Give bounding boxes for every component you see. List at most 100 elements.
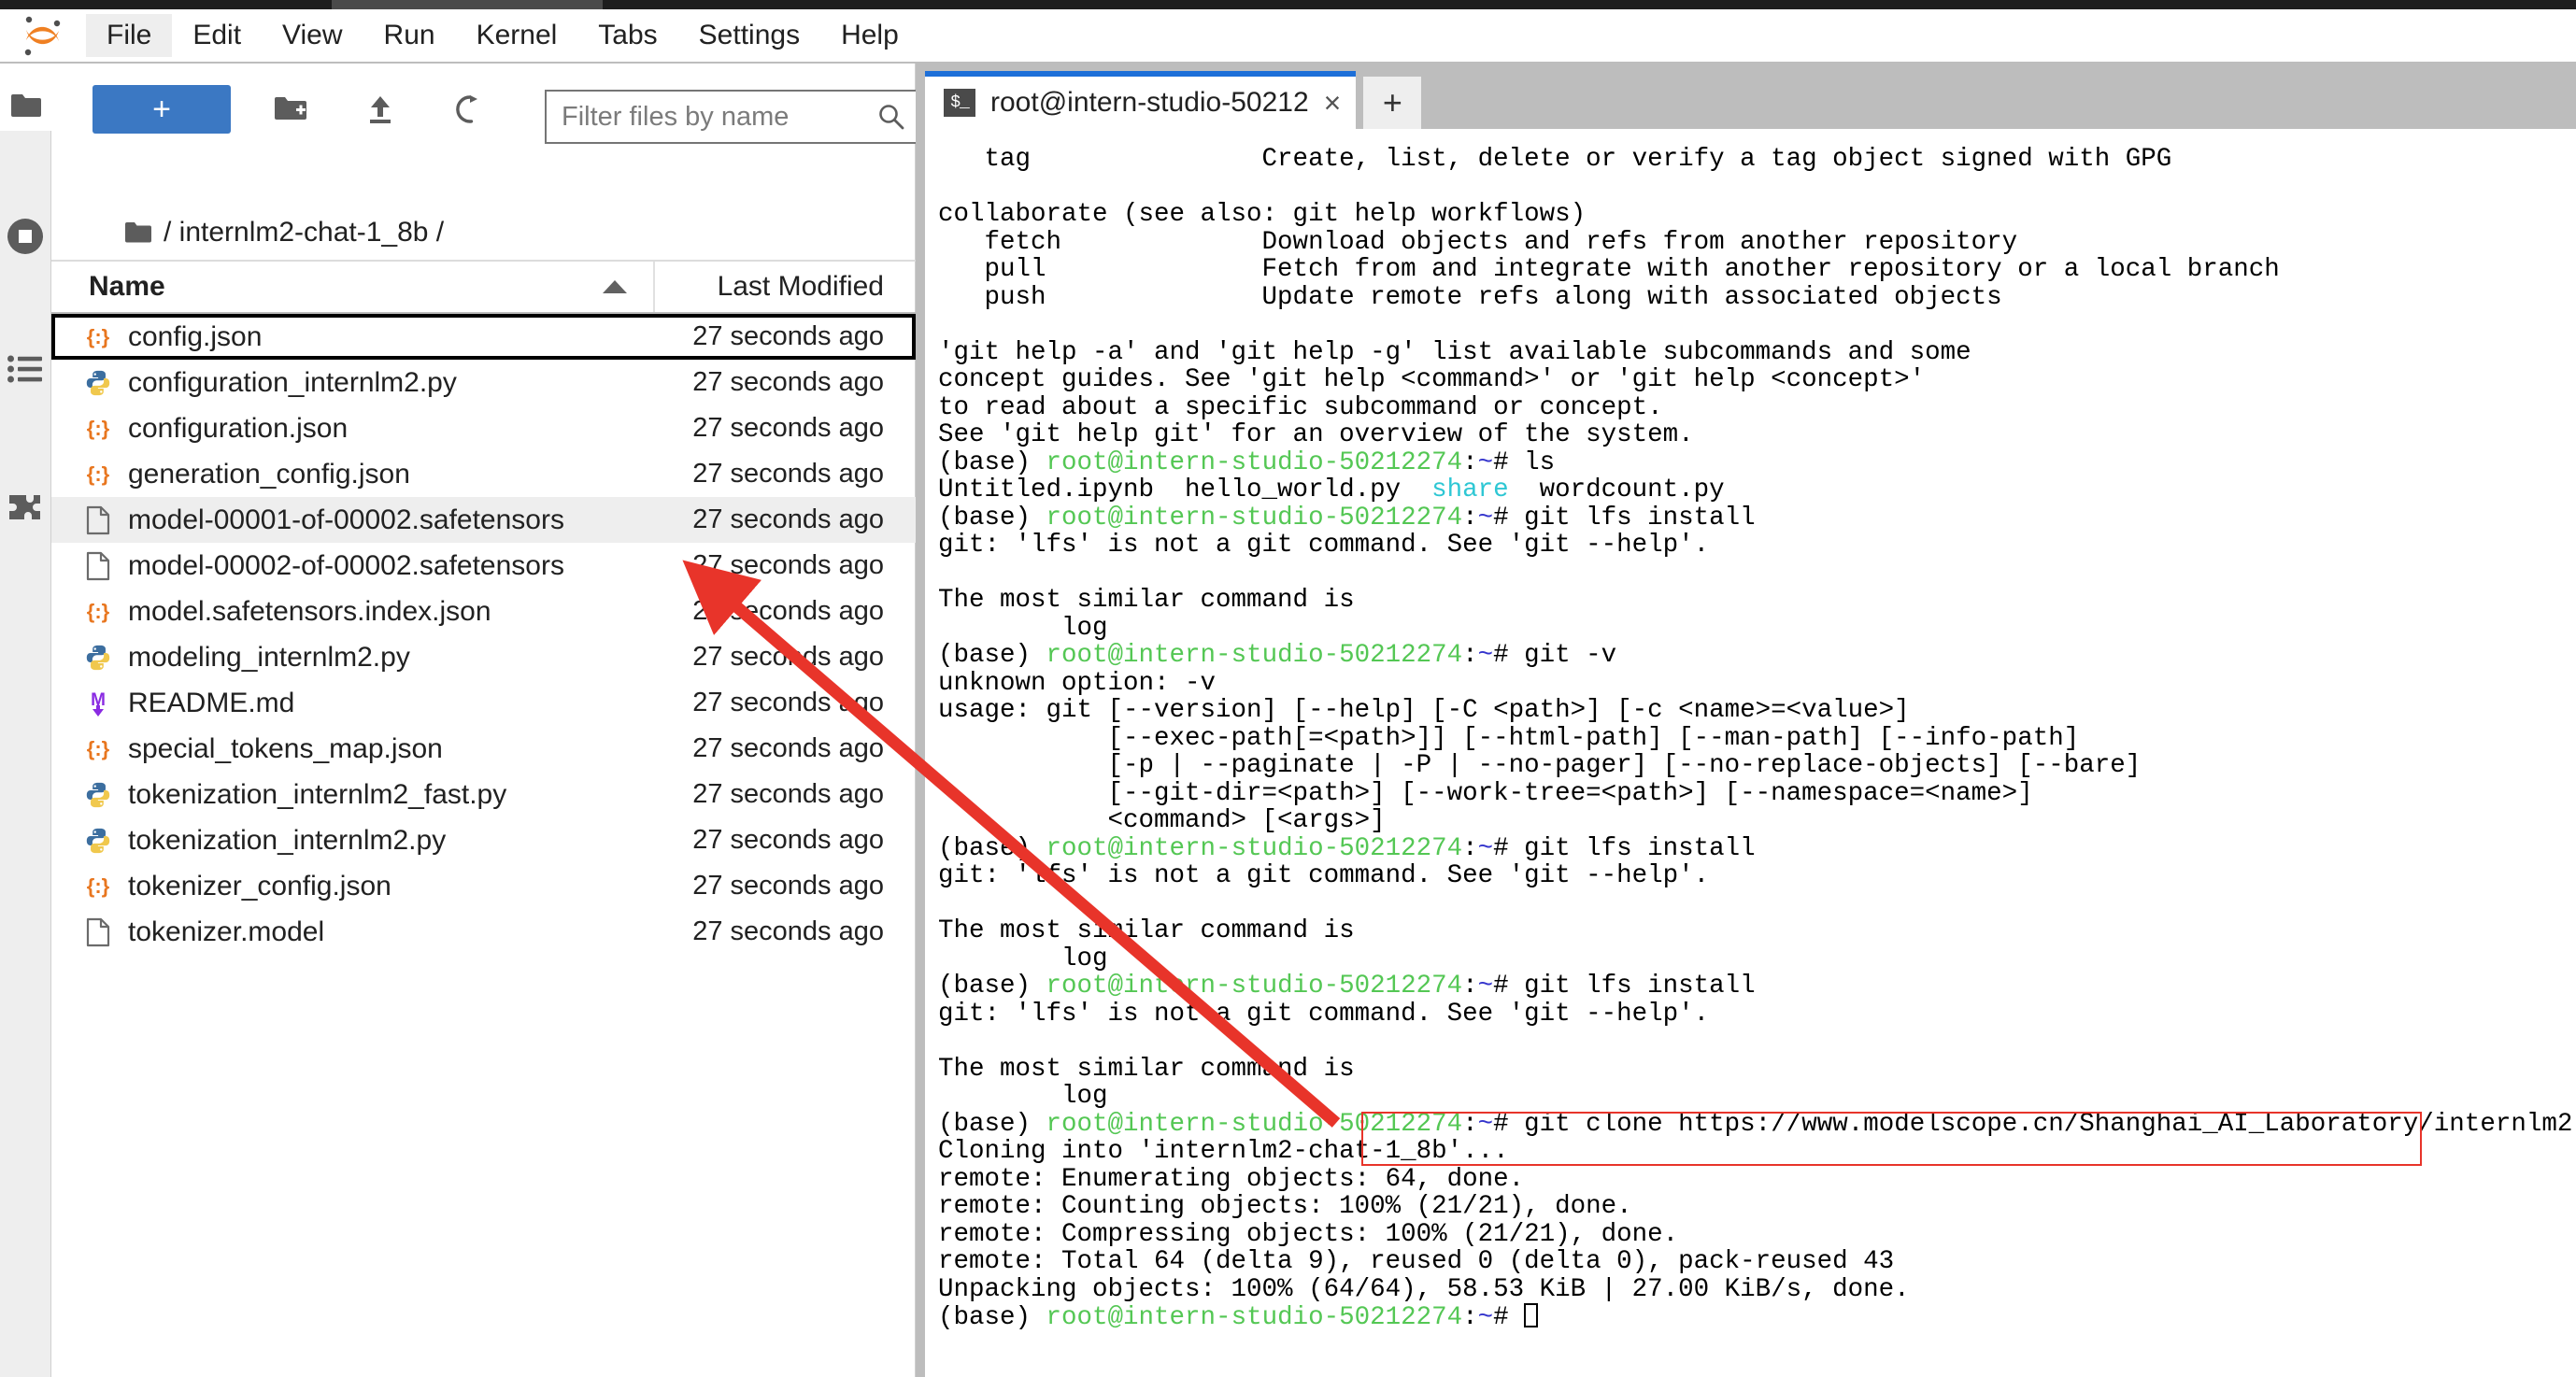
file-last-modified: 27 seconds ago (692, 916, 884, 946)
json-icon: {:} (72, 416, 124, 442)
file-list-item[interactable]: {:} model.safetensors.index.json 27 second… (51, 589, 916, 634)
terminal-line: log (938, 944, 1108, 973)
menu-item-edit[interactable]: Edit (172, 14, 262, 57)
terminal-line: See 'git help git' for an overview of th… (938, 420, 1694, 449)
menu-item-settings[interactable]: Settings (678, 14, 820, 57)
terminal-line: [-p | --paginate | -P | --no-pager] [--n… (938, 751, 2142, 780)
file-list-item[interactable]: tokenization_internlm2_fast.py 27 seconds… (51, 772, 916, 817)
file-name: tokenization_internlm2_fast.py (128, 778, 507, 810)
file-name: tokenizer_config.json (128, 870, 391, 901)
column-header-name[interactable]: Name (51, 262, 655, 312)
breadcrumb[interactable]: / internlm2-chat-1_8b / (51, 204, 916, 262)
file-list-item[interactable]: modeling_internlm2.py 27 seconds ago (51, 634, 916, 680)
menu-item-tabs[interactable]: Tabs (577, 14, 677, 57)
file-last-modified: 27 seconds ago (692, 825, 884, 855)
folder-icon (125, 221, 151, 242)
file-last-modified: 27 seconds ago (692, 642, 884, 672)
svg-text:{:}: {:} (87, 737, 110, 760)
menu-item-run[interactable]: Run (363, 14, 456, 57)
search-icon (879, 105, 904, 130)
file-list-item[interactable]: tokenization_internlm2.py 27 seconds ago (51, 817, 916, 863)
file-name: tokenizer.model (128, 916, 325, 947)
file-last-modified: 27 seconds ago (692, 459, 884, 489)
file-last-modified: 27 seconds ago (692, 504, 884, 534)
file-list-item[interactable]: {:} config.json 27 seconds ago (51, 314, 916, 360)
terminal-cursor (1524, 1303, 1539, 1327)
terminal-line: git: 'lfs' is not a git command. See 'gi… (938, 861, 1710, 890)
terminal-line: [--exec-path[=<path>]] [--html-path] [--… (938, 723, 2080, 753)
terminal-line: remote: Compressing objects: 100% (21/21… (938, 1219, 1679, 1249)
new-launcher-button[interactable]: + (93, 85, 231, 134)
filter-files-box[interactable] (545, 90, 931, 144)
terminal-line: log (938, 1082, 1108, 1111)
tab-terminal[interactable]: $_ root@intern-studio-50212 × (925, 71, 1357, 129)
extension-manager-puzzle-icon[interactable] (0, 469, 51, 553)
new-folder-icon[interactable] (261, 83, 320, 135)
file-list-item[interactable]: {:} special_tokens_map.json 27 seconds ago (51, 726, 916, 772)
file-list-item[interactable]: model-00001-of-00002.safetensors 27 secon… (51, 497, 916, 543)
breadcrumb-path: / internlm2-chat-1_8b / (164, 217, 445, 248)
python-icon (72, 827, 124, 855)
terminal-line: Cloning into 'internlm2-chat-1_8b'... (938, 1137, 1509, 1166)
search-input[interactable] (560, 100, 877, 134)
file-list-item[interactable]: {:} configuration.json 27 seconds ago (51, 405, 916, 451)
file-last-modified: 27 seconds ago (692, 733, 884, 763)
file-last-modified: 27 seconds ago (692, 779, 884, 809)
file-name: README.md (128, 687, 295, 718)
terminal-line: (base) root@intern-studio-50212274:~# ls (938, 447, 1556, 477)
file-list: {:} config.json 27 seconds ago configuratio… (51, 314, 916, 1377)
close-icon[interactable]: × (1324, 88, 1342, 118)
file-name: configuration.json (128, 412, 349, 444)
sort-ascending-icon (603, 280, 627, 293)
terminal-output[interactable]: tag Create, list, delete or verify a tag… (925, 129, 2576, 1377)
menu-item-list: File Edit View Run Kernel Tabs Settings Help (86, 14, 919, 57)
python-icon (72, 781, 124, 809)
menu-item-view[interactable]: View (262, 14, 363, 57)
file-last-modified: 27 seconds ago (692, 596, 884, 626)
terminal-line: to read about a specific subcommand or c… (938, 392, 1663, 422)
terminal-line: collaborate (see also: git help workflow… (938, 200, 1587, 229)
file-name: configuration_internlm2.py (128, 366, 457, 398)
terminal-line: The most similar command is (938, 586, 1355, 615)
file-icon (72, 917, 124, 947)
file-list-item[interactable]: {:} tokenizer_config.json 27 seconds ago (51, 863, 916, 909)
file-list-item[interactable]: M README.md 27 seconds ago (51, 680, 916, 726)
markdown-icon: M (72, 689, 124, 717)
terminal-line: (base) root@intern-studio-50212274:~# gi… (938, 833, 1756, 863)
column-header-last-modified[interactable]: Last Modified (655, 271, 916, 303)
file-list-item[interactable]: tokenizer.model 27 seconds ago (51, 909, 916, 955)
file-name: tokenization_internlm2.py (128, 824, 447, 856)
file-browser-toolbar: + (51, 73, 931, 146)
terminal-icon: $_ (944, 89, 975, 117)
new-tab-button[interactable]: + (1363, 77, 1422, 129)
sidebar-folder-icon[interactable] (0, 79, 51, 131)
main-dock-area: $_ root@intern-studio-50212 × + tag Crea… (916, 64, 2576, 1377)
upload-icon[interactable] (350, 83, 410, 135)
file-last-modified: 27 seconds ago (692, 871, 884, 901)
terminal-line: (base) root@intern-studio-50212274:~# gi… (938, 1109, 2576, 1139)
menu-item-help[interactable]: Help (820, 14, 919, 57)
refresh-icon[interactable] (440, 83, 500, 135)
menu-item-kernel[interactable]: Kernel (456, 14, 578, 57)
svg-text:{:}: {:} (87, 462, 110, 486)
terminal-line: git: 'lfs' is not a git command. See 'gi… (938, 531, 1710, 560)
file-list-item[interactable]: model-00002-of-00002.safetensors 27 secon… (51, 543, 916, 589)
terminal-line: log (938, 613, 1108, 643)
terminal-line: (base) root@intern-studio-50212274:~# gi… (938, 641, 1617, 670)
svg-text:{:}: {:} (87, 417, 110, 440)
terminal-line: remote: Enumerating objects: 64, done. (938, 1164, 1525, 1194)
file-list-item[interactable]: configuration_internlm2.py 27 seconds ago (51, 360, 916, 405)
terminal-line: (base) root@intern-studio-50212274:~# gi… (938, 972, 1756, 1001)
svg-text:{:}: {:} (87, 600, 110, 623)
table-of-contents-icon[interactable] (0, 327, 51, 411)
file-name: model-00002-of-00002.safetensors (128, 549, 564, 581)
terminal-line: pull Fetch from and integrate with anoth… (938, 255, 2280, 284)
file-list-item[interactable]: {:} generation_config.json 27 seconds ago (51, 451, 916, 497)
running-kernels-icon[interactable] (0, 194, 51, 278)
menu-item-file[interactable]: File (86, 14, 173, 57)
terminal-line: [--git-dir=<path>] [--work-tree=<path>] … (938, 778, 2033, 808)
